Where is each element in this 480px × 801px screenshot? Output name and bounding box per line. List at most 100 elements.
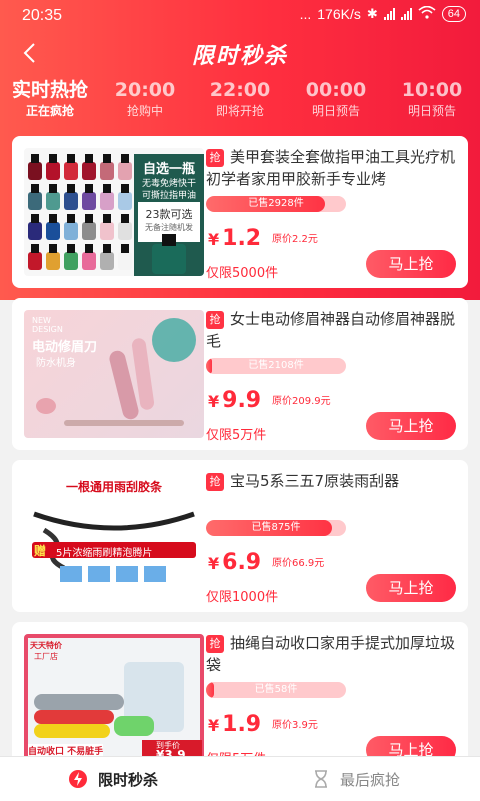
nail-polish-cap xyxy=(85,244,93,253)
nail-polish-bottle xyxy=(82,192,96,210)
nail-polish-bottle xyxy=(46,192,60,210)
nail-polish-cap xyxy=(49,244,57,253)
nail-polish-bottle xyxy=(118,162,132,180)
product-image: 天天特价 工厂店 自动收口 不易脏手 到手价 ¥3.9 xyxy=(24,634,204,762)
product-image: NEW DESIGN 电动修眉刀 防水机身 xyxy=(24,310,204,438)
tab-session-2200[interactable]: 22:00 即将开抢 xyxy=(194,78,286,120)
flash-tag: 抢 xyxy=(206,635,224,653)
hourglass-icon xyxy=(315,770,327,788)
product-card[interactable]: 自选一瓶 无毒免烤快干 可撕拉指甲油 23款可选 无备注随机发 抢美甲套装全套做… xyxy=(12,136,468,288)
signal-icon-2 xyxy=(400,8,412,20)
nail-polish-bottle xyxy=(64,252,78,270)
buy-now-button[interactable]: 马上抢 xyxy=(366,412,456,440)
lightning-icon xyxy=(69,770,87,788)
thumb-label: 天天特价 xyxy=(30,641,62,650)
price-value: 6.9 xyxy=(222,550,262,575)
nail-polish-cap xyxy=(31,154,39,163)
thumb-label: 一根通用雨刮胶条 xyxy=(65,480,162,494)
nail-polish-cap xyxy=(121,154,129,163)
product-title-text: 抽绳自动收口家用手提式加厚垃圾袋 xyxy=(206,634,456,674)
product-card[interactable]: NEW DESIGN 电动修眉刀 防水机身 抢女士电动修眉神器自动修眉神器脱毛 … xyxy=(12,298,468,450)
tab-status: 抢购中 xyxy=(126,104,163,118)
tab-session-2000[interactable]: 20:00 抢购中 xyxy=(100,78,190,120)
buy-now-button[interactable]: 马上抢 xyxy=(366,574,456,602)
nail-polish-bottle xyxy=(46,252,60,270)
currency-symbol: ¥ xyxy=(208,554,220,573)
thumb-label: 可撕拉指甲油 xyxy=(141,191,196,201)
product-title: 抢女士电动修眉神器自动修眉神器脱毛 xyxy=(206,308,462,352)
buy-now-button[interactable]: 马上抢 xyxy=(366,250,456,278)
product-card[interactable]: 一根通用雨刮胶条 赠 5片浓缩雨刷精泡腾片 抢宝马5系三五7原装雨刮器 已售87… xyxy=(12,460,468,612)
original-price: 原价209.9元 xyxy=(272,396,331,407)
status-bar: 20:35 ... 176K/s ✱ 64 xyxy=(0,0,480,32)
currency-symbol: ¥ xyxy=(208,716,220,735)
stock-limit: 仅限5万件 xyxy=(206,428,267,443)
nail-polish-bottle xyxy=(28,192,42,210)
nail-polish-bottle xyxy=(118,192,132,210)
currency-symbol: ¥ xyxy=(208,230,220,249)
nail-polish-cap xyxy=(103,184,111,193)
product-title-text: 女士电动修眉神器自动修眉神器脱毛 xyxy=(206,310,456,350)
tab-status: 明日预告 xyxy=(311,104,360,118)
nail-polish-cap xyxy=(67,244,75,253)
battery-icon: 64 xyxy=(441,6,466,22)
thumb-label: 自选一瓶 xyxy=(142,162,195,177)
tab-session-0000[interactable]: 00:00 明日预告 xyxy=(290,78,382,120)
sold-progress: 已售875件 xyxy=(206,520,346,536)
flash-tag: 抢 xyxy=(206,149,224,167)
original-price: 原价3.9元 xyxy=(272,720,318,731)
tab-last-rush[interactable]: 最后疯抢 xyxy=(312,757,400,801)
sold-count: 已售2928件 xyxy=(248,198,304,209)
nail-polish-bottle xyxy=(100,222,114,240)
nail-polish-cap xyxy=(85,214,93,223)
product-card[interactable]: 天天特价 工厂店 自动收口 不易脏手 到手价 ¥3.9 抢抽绳自动收口家用手提式… xyxy=(12,622,468,774)
nail-polish-cap xyxy=(49,184,57,193)
status-icons: ... 176K/s ✱ 64 xyxy=(299,5,466,22)
price: ¥1.9 xyxy=(208,712,261,737)
stock-limit: 仅限5000件 xyxy=(206,266,279,281)
price-value: 1.2 xyxy=(222,226,262,251)
tab-time: 10:00 xyxy=(401,79,463,101)
nail-polish-cap xyxy=(67,184,75,193)
tab-label: 最后疯抢 xyxy=(340,770,401,789)
tab-time: 实时热抢 xyxy=(11,79,88,101)
tab-session-1000[interactable]: 10:00 明日预告 xyxy=(386,78,478,120)
tab-session-live[interactable]: 实时热抢 正在疯抢 xyxy=(0,78,100,120)
tab-status: 正在疯抢 xyxy=(25,104,74,118)
nail-polish-cap xyxy=(31,184,39,193)
nail-polish-bottle xyxy=(118,222,132,240)
nail-polish-bottle xyxy=(100,192,114,210)
nail-polish-bottle xyxy=(82,162,96,180)
stock-limit: 仅限1000件 xyxy=(206,590,279,605)
thumb-label: 电动修眉刀 xyxy=(32,340,98,355)
nail-polish-bottle xyxy=(46,222,60,240)
page-title: 限时秒杀 xyxy=(191,44,288,69)
original-price: 原价2.2元 xyxy=(272,234,318,245)
nail-polish-cap xyxy=(49,214,57,223)
currency-symbol: ¥ xyxy=(208,392,220,411)
thumb-label: 无备注随机发 xyxy=(145,223,193,232)
status-dots: ... xyxy=(299,6,312,22)
original-price: 原价66.9元 xyxy=(272,558,325,569)
nail-polish-bottle xyxy=(118,252,132,270)
nail-polish-cap xyxy=(121,184,129,193)
price: ¥9.9 xyxy=(208,388,261,413)
nail-polish-cap xyxy=(31,244,39,253)
nail-polish-bottle xyxy=(82,222,96,240)
tab-flash-sale[interactable]: 限时秒杀 xyxy=(68,757,158,801)
product-image: 自选一瓶 无毒免烤快干 可撕拉指甲油 23款可选 无备注随机发 xyxy=(24,148,204,276)
product-title-text: 宝马5系三五7原装雨刮器 xyxy=(230,472,400,490)
nail-polish-bottle xyxy=(100,252,114,270)
sold-count: 已售2108件 xyxy=(248,360,304,371)
nail-polish-cap xyxy=(67,154,75,163)
nail-polish-bottle xyxy=(64,192,78,210)
network-speed: 176K/s xyxy=(317,6,361,22)
signal-icon xyxy=(383,8,395,20)
flash-tag: 抢 xyxy=(206,311,224,329)
price-value: 9.9 xyxy=(222,388,262,413)
product-title-text: 美甲套装全套做指甲油工具光疗机初学者家用甲胶新手专业烤 xyxy=(206,148,456,188)
nail-polish-bottle xyxy=(100,162,114,180)
nav-bar: 限时秒杀 xyxy=(0,32,480,76)
tab-status: 明日预告 xyxy=(407,104,456,118)
nail-polish-bottle xyxy=(64,222,78,240)
